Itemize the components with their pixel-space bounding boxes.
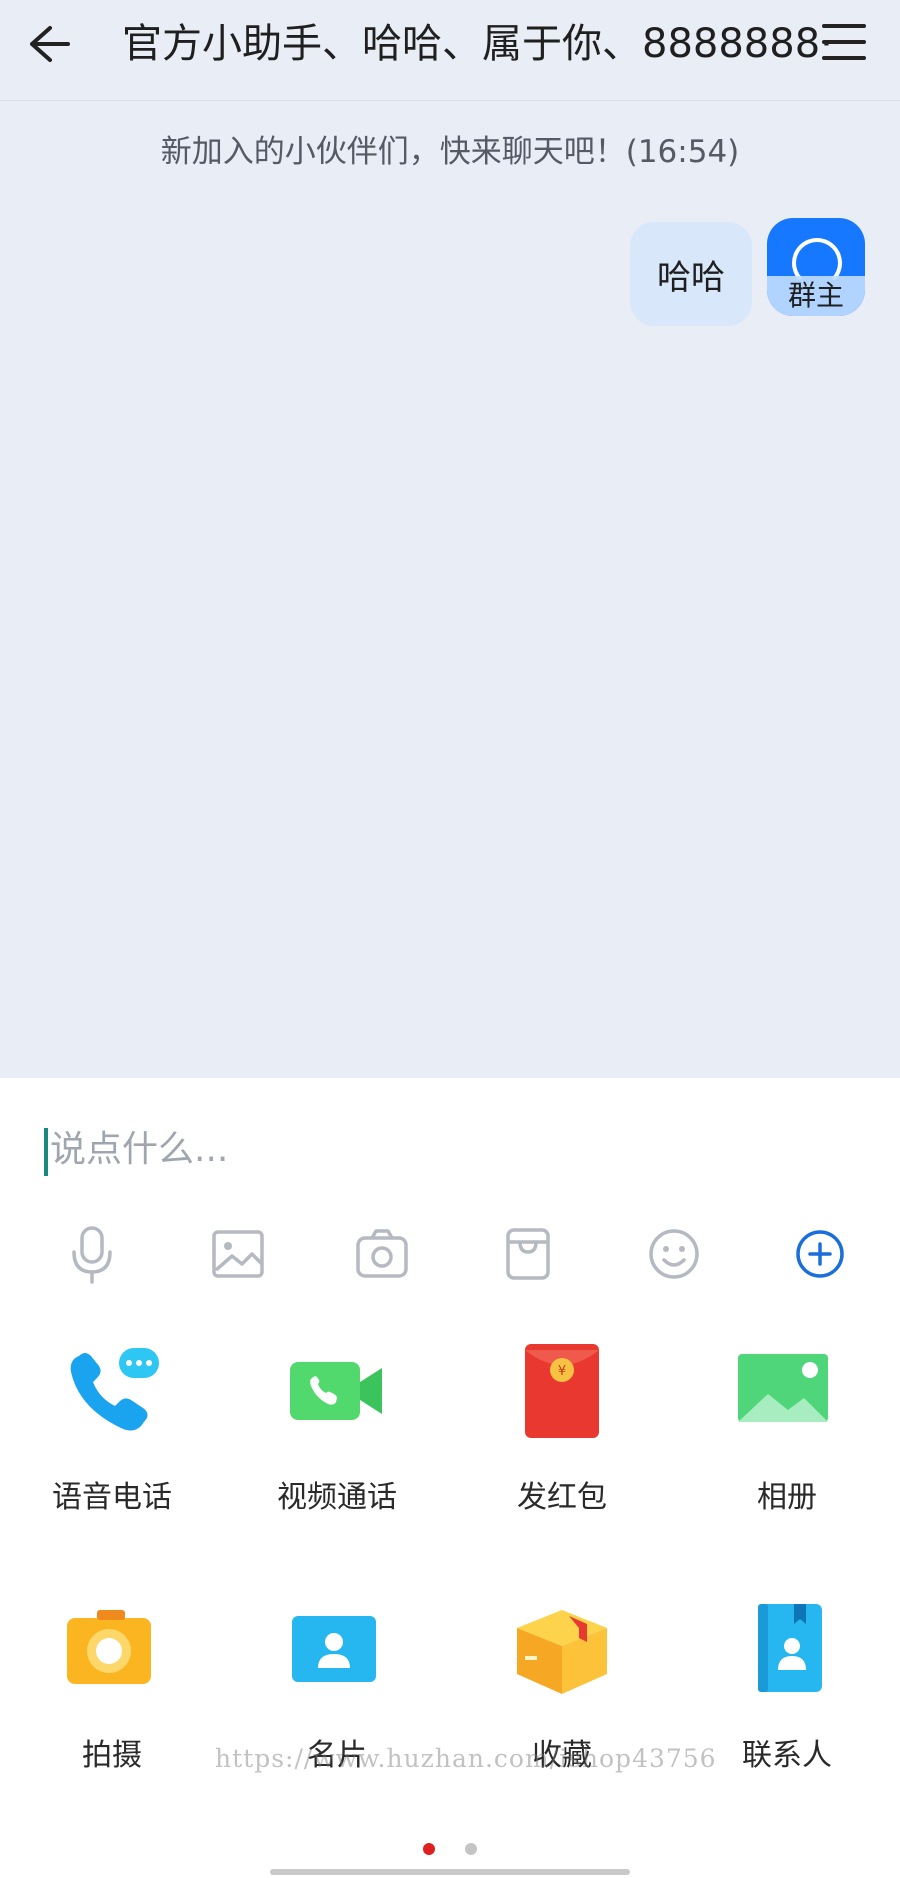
message-input-row	[44, 1106, 854, 1186]
chat-title: 官方小助手、哈哈、属于你、8888888·	[122, 21, 833, 67]
svg-text:¥: ¥	[558, 1364, 566, 1379]
emoji-button[interactable]	[640, 1220, 708, 1288]
page-indicator[interactable]	[0, 1840, 900, 1859]
message-input[interactable]	[48, 1116, 852, 1182]
image-icon	[212, 1230, 264, 1278]
message-bubble[interactable]: 哈哈	[630, 222, 752, 326]
back-button[interactable]	[22, 20, 74, 68]
arrow-left-icon	[30, 26, 70, 62]
camera-button[interactable]	[348, 1220, 416, 1288]
action-label: 视频通话	[277, 1480, 397, 1515]
page-dot-active[interactable]	[423, 1843, 436, 1855]
action-video-call[interactable]: 视频通话	[237, 1336, 437, 1516]
action-label: 相册	[757, 1480, 817, 1515]
business-card-icon	[292, 1616, 376, 1682]
action-label: 联系人	[742, 1738, 832, 1773]
action-label: 发红包	[517, 1480, 607, 1515]
system-message: 新加入的小伙伴们，快来聊天吧！(16:54)	[160, 134, 740, 170]
action-voice-call[interactable]: 语音电话	[12, 1336, 212, 1516]
avatar[interactable]: 群主	[767, 218, 865, 316]
watermark-text: https://www.huzhan.com/ishop43756	[215, 1744, 717, 1773]
emoji-icon	[649, 1229, 699, 1279]
action-red-packet[interactable]: ¥ 发红包	[462, 1336, 662, 1516]
voice-call-icon	[70, 1348, 159, 1431]
red-packet-icon: ¥	[525, 1344, 599, 1438]
chat-header: 官方小助手、哈哈、属于你、8888888·	[0, 0, 900, 101]
input-toolbar	[0, 1220, 900, 1292]
action-label: 语音电话	[52, 1480, 172, 1515]
contacts-icon	[758, 1604, 822, 1692]
album-icon	[738, 1354, 828, 1422]
favorites-box-icon	[517, 1610, 607, 1694]
group-owner-badge: 群主	[767, 276, 865, 316]
microphone-button[interactable]	[58, 1220, 126, 1288]
gift-box-button[interactable]	[494, 1220, 562, 1288]
microphone-icon	[72, 1226, 112, 1284]
action-album[interactable]: 相册	[687, 1336, 887, 1516]
action-capture[interactable]: 拍摄	[12, 1594, 212, 1774]
hamburger-menu-icon	[822, 24, 866, 60]
gift-box-icon	[506, 1228, 550, 1280]
action-contacts[interactable]: 联系人	[687, 1594, 887, 1774]
camera-icon	[356, 1229, 408, 1278]
message-text: 哈哈	[657, 257, 725, 298]
add-icon	[796, 1230, 844, 1278]
capture-camera-icon	[67, 1610, 151, 1684]
menu-button[interactable]	[820, 20, 868, 64]
image-button[interactable]	[204, 1220, 272, 1288]
page-dot[interactable]	[464, 1843, 477, 1855]
home-indicator-bar[interactable]	[270, 1869, 630, 1875]
video-call-icon	[290, 1362, 382, 1420]
action-label: 拍摄	[82, 1738, 142, 1773]
add-button[interactable]	[786, 1220, 854, 1288]
